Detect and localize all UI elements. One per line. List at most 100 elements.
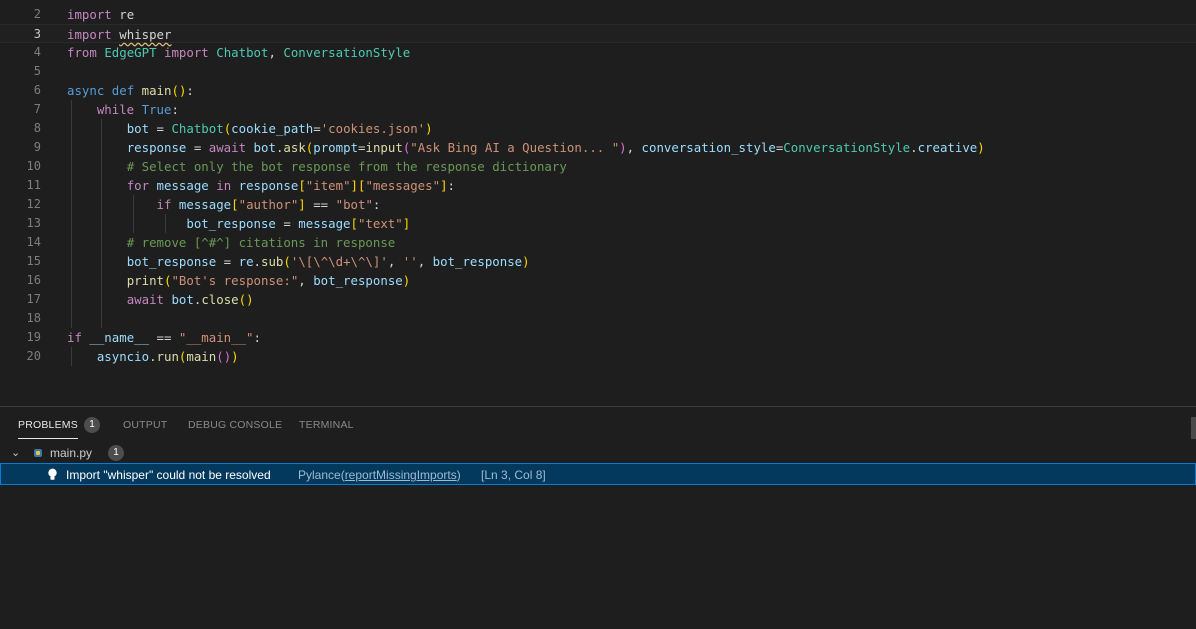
code-text[interactable]: import whisper xyxy=(67,25,171,44)
line-number: 13 xyxy=(26,216,41,230)
code-text[interactable]: bot_response = re.sub('\[\^\d+\^\]', '',… xyxy=(67,252,530,271)
code-token: __name__ xyxy=(89,330,150,345)
code-line[interactable]: 18 xyxy=(0,309,1196,328)
code-token: ) xyxy=(402,273,411,288)
code-editor[interactable]: 2 import re 3 import whisper 4 from EdgeGPT i… xyxy=(0,0,1196,406)
code-token: async xyxy=(67,83,105,98)
code-line[interactable]: 5 xyxy=(0,62,1196,81)
problems-file-name: main.py xyxy=(50,446,93,460)
code-token: "text" xyxy=(357,216,403,231)
code-token: EdgeGPT xyxy=(104,45,157,60)
tab-debug-console[interactable]: DEBUG CONSOLE xyxy=(188,418,282,432)
code-line[interactable]: 11 for message in response["item"]["mess… xyxy=(0,176,1196,195)
code-line[interactable]: 3 import whisper xyxy=(0,24,1196,43)
problem-message: Import "whisper" could not be resolved xyxy=(66,468,271,482)
code-text[interactable]: if __name__ == "__main__": xyxy=(67,328,261,347)
code-token: import xyxy=(164,45,209,60)
code-line[interactable]: 10 # Select only the bot response from t… xyxy=(0,157,1196,176)
code-token: if xyxy=(67,330,82,345)
code-text[interactable]: await bot.close() xyxy=(67,290,254,309)
code-text[interactable]: response = await bot.ask(prompt=input("A… xyxy=(67,138,985,157)
code-line[interactable]: 4 from EdgeGPT import Chatbot, Conversati… xyxy=(0,43,1196,62)
indent-guide xyxy=(71,100,72,328)
code-token: def xyxy=(111,83,135,98)
code-token: asyncio xyxy=(96,349,150,364)
line-number: 20 xyxy=(26,349,41,363)
code-line[interactable]: 17 await bot.close() xyxy=(0,290,1196,309)
python-file-icon xyxy=(34,449,42,457)
code-text[interactable]: while True: xyxy=(67,100,179,119)
code-token: for xyxy=(126,178,150,193)
code-text[interactable]: if message["author"] == "bot": xyxy=(67,195,381,214)
code-line[interactable]: 2 import re xyxy=(0,5,1196,24)
problem-rule-link[interactable]: reportMissingImports xyxy=(345,468,457,482)
code-token: : xyxy=(186,83,194,98)
line-number: 12 xyxy=(26,197,41,211)
tab-terminal[interactable]: TERMINAL xyxy=(299,418,354,432)
problem-item[interactable]: Import "whisper" could not be resolved P… xyxy=(0,463,1196,485)
code-token: bot xyxy=(126,121,150,136)
line-number: 7 xyxy=(33,102,41,116)
code-text[interactable]: for message in response["item"]["message… xyxy=(67,176,455,195)
tab-problems[interactable]: PROBLEMS xyxy=(18,418,78,439)
code-token: : xyxy=(253,330,261,345)
code-text[interactable]: async def main(): xyxy=(67,81,194,100)
code-token: [ xyxy=(231,197,239,212)
panel-scrollbar[interactable] xyxy=(1191,417,1196,439)
code-line[interactable]: 12 if message["author"] == "bot": xyxy=(0,195,1196,214)
code-token: from xyxy=(67,45,97,60)
line-number: 15 xyxy=(26,254,41,268)
line-number: 11 xyxy=(26,178,41,192)
tab-output[interactable]: OUTPUT xyxy=(123,418,167,432)
code-line[interactable]: 7 while True: xyxy=(0,100,1196,119)
lightbulb-icon[interactable] xyxy=(47,468,58,481)
code-text[interactable]: # remove [^#^] citations in response xyxy=(67,233,396,252)
indent-guide xyxy=(133,195,134,233)
problems-file-row[interactable]: ⌄ main.py 1 xyxy=(0,442,1196,464)
code-line[interactable]: 16 print("Bot's response:", bot_response… xyxy=(0,271,1196,290)
code-token: . xyxy=(253,254,261,269)
code-token: = xyxy=(186,140,209,155)
code-token: = xyxy=(275,216,299,231)
code-token: () xyxy=(216,349,232,364)
code-text[interactable]: print("Bot's response:", bot_response) xyxy=(67,271,411,290)
file-problem-count: 1 xyxy=(108,445,124,461)
code-line[interactable]: 13 bot_response = message["text"] xyxy=(0,214,1196,233)
indent-guide xyxy=(101,119,102,328)
code-text[interactable]: bot = Chatbot(cookie_path='cookies.json'… xyxy=(67,119,433,138)
code-token: ] xyxy=(298,197,306,212)
line-number: 6 xyxy=(33,83,41,97)
code-token: = xyxy=(313,121,321,136)
code-line[interactable]: 15 bot_response = re.sub('\[\^\d+\^\]', … xyxy=(0,252,1196,271)
code-token: == xyxy=(305,197,336,212)
code-text[interactable]: from EdgeGPT import Chatbot, Conversatio… xyxy=(67,43,410,62)
code-text[interactable]: import re xyxy=(67,5,134,24)
problem-source-close: ) xyxy=(456,468,461,482)
code-token: ] xyxy=(440,178,448,193)
code-text[interactable]: # Select only the bot response from the … xyxy=(67,157,567,176)
code-token: bot_response xyxy=(126,254,217,269)
code-line[interactable]: 14 # remove [^#^] citations in response xyxy=(0,233,1196,252)
code-token: ) xyxy=(425,121,433,136)
code-line[interactable]: 6 async def main(): xyxy=(0,81,1196,100)
code-text[interactable]: bot_response = message["text"] xyxy=(67,214,410,233)
code-token: () xyxy=(171,83,187,98)
code-line[interactable]: 20 asyncio.run(main()) xyxy=(0,347,1196,366)
code-token: whisper xyxy=(119,27,172,42)
code-line[interactable]: 19 if __name__ == "__main__": xyxy=(0,328,1196,347)
problem-location: [Ln 3, Col 8] xyxy=(481,468,546,482)
code-text[interactable]: asyncio.run(main()) xyxy=(67,347,239,366)
code-line[interactable]: 8 bot = Chatbot(cookie_path='cookies.jso… xyxy=(0,119,1196,138)
code-token: "messages" xyxy=(365,178,441,193)
code-token: "Ask Bing AI a Question... " xyxy=(410,140,620,155)
line-number: 10 xyxy=(26,159,41,173)
code-token: ] xyxy=(402,216,411,231)
chevron-down-icon[interactable]: ⌄ xyxy=(11,442,20,464)
code-token: [ xyxy=(350,216,358,231)
code-line[interactable]: 9 response = await bot.ask(prompt=input(… xyxy=(0,138,1196,157)
